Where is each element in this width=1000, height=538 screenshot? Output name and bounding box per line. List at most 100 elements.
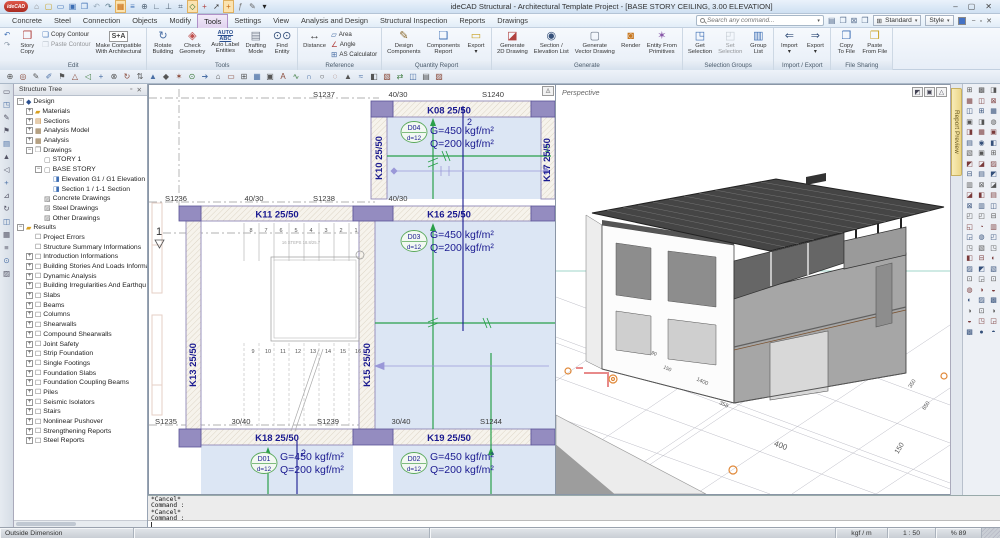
left-strip-icon[interactable]: ✎	[3, 113, 9, 122]
quick-access-icon[interactable]: ✎	[247, 1, 258, 12]
right-toolbar-icon[interactable]: ◫	[976, 97, 987, 108]
tree-expander[interactable]: +	[26, 331, 33, 338]
left-strip-icon[interactable]: ▦	[3, 230, 10, 239]
menu-tab[interactable]: Concrete	[6, 14, 48, 28]
right-toolbar-icon[interactable]: ◧	[976, 191, 987, 202]
tree-item[interactable]: + ☐ Building Irregularities And Earthqu	[14, 281, 147, 291]
menu-tab[interactable]: Modify	[163, 14, 197, 28]
window-control-button[interactable]: –	[953, 2, 957, 11]
right-toolbar-icon[interactable]: ▧	[976, 244, 987, 255]
tree-item[interactable]: + ☐ Joint Safety	[14, 339, 147, 349]
view-control-button[interactable]: △	[936, 87, 947, 97]
tree-expander[interactable]: −	[17, 98, 24, 105]
ribbon-button[interactable]: ▭Export ▾	[463, 29, 489, 60]
right-toolbar-icon[interactable]: ⊟	[976, 254, 987, 265]
tool-strip-icon[interactable]: ▲	[147, 72, 159, 81]
right-toolbar-icon[interactable]: ▥	[964, 181, 975, 192]
right-toolbar-icon[interactable]: ◍	[964, 286, 975, 297]
right-toolbar-icon[interactable]: ◰	[976, 212, 987, 223]
tree-item[interactable]: + ☐ Piles	[14, 388, 147, 398]
tree-item[interactable]: + ▤ Sections	[14, 116, 147, 126]
status-scale[interactable]: 1 : 50	[888, 528, 936, 538]
right-toolbar-icon[interactable]: ▨	[964, 265, 975, 276]
right-toolbar-icon[interactable]: ▨	[988, 160, 999, 171]
quick-access-icon[interactable]: ⊕	[139, 1, 150, 12]
tree-item[interactable]: + ▰ Materials	[14, 107, 147, 117]
right-toolbar-icon[interactable]: ▤	[988, 191, 999, 202]
tree-item[interactable]: + ☐ Columns	[14, 310, 147, 320]
tree-item[interactable]: + ☐ Slabs	[14, 291, 147, 301]
right-toolbar-icon[interactable]: ▨	[976, 296, 987, 307]
tool-strip-icon[interactable]: ⊙	[186, 72, 198, 81]
ribbon-button[interactable]: ◉Section / Elevation List	[531, 29, 572, 60]
right-toolbar-icon[interactable]: ◒	[988, 286, 999, 297]
right-toolbar-icon[interactable]: ▤	[964, 139, 975, 150]
copy-icon[interactable]: ❐	[840, 16, 847, 25]
tree-item[interactable]: ☐ Project Errors	[14, 233, 147, 243]
cascade-icon[interactable]: ❒	[861, 16, 868, 25]
right-toolbar-icon[interactable]: ▧	[988, 265, 999, 276]
window-control-button[interactable]: ✕	[985, 2, 992, 11]
tree-expander[interactable]: +	[26, 428, 33, 435]
tree-expander[interactable]: +	[26, 350, 33, 357]
tree-expander[interactable]: +	[26, 282, 33, 289]
view-control-button[interactable]: ◩	[912, 87, 923, 97]
right-toolbar-icon[interactable]: ▩	[976, 86, 987, 97]
ribbon-button[interactable]: S+AMake Compatible With Architectural	[93, 29, 145, 60]
tree-expander[interactable]: +	[26, 399, 33, 406]
right-toolbar-icon[interactable]: ◪	[964, 191, 975, 202]
right-toolbar-icon[interactable]: ◍	[988, 118, 999, 129]
right-toolbar-icon[interactable]: ▩	[988, 296, 999, 307]
tool-strip-icon[interactable]: ▣	[264, 72, 276, 81]
tool-strip-icon[interactable]: +	[95, 72, 107, 81]
building-model[interactable]	[586, 173, 944, 403]
tree-item[interactable]: − ◆ Design	[14, 97, 147, 107]
quick-access-icon[interactable]: ↷	[103, 1, 114, 12]
tree-expander[interactable]: +	[26, 408, 33, 415]
tree-expander[interactable]: +	[26, 263, 33, 270]
status-zoom[interactable]: % 89	[936, 528, 982, 538]
right-toolbar-icon[interactable]: ◒	[964, 317, 975, 328]
right-toolbar-icon[interactable]: ⊠	[988, 97, 999, 108]
tree-item[interactable]: + ☐ Seismic Isolators	[14, 397, 147, 407]
left-strip-icon[interactable]: ⚑	[3, 126, 10, 135]
tool-strip-icon[interactable]: ▧	[381, 72, 393, 81]
tool-strip-icon[interactable]: ▭	[225, 72, 237, 81]
viewport-restore-button[interactable]: ◬	[542, 86, 554, 96]
right-toolbar-icon[interactable]: ⊡	[964, 275, 975, 286]
quick-access-icon[interactable]: ▦	[115, 0, 126, 13]
tool-strip-icon[interactable]: ∩	[303, 72, 315, 81]
ribbon-button[interactable]: ▱Area	[329, 29, 379, 39]
tool-strip-icon[interactable]: ◎	[17, 72, 29, 81]
tool-strip-icon[interactable]: ▲	[342, 72, 354, 81]
right-toolbar-icon[interactable]: ◰	[964, 212, 975, 223]
ribbon-button[interactable]: ↷	[2, 39, 14, 49]
mdi-control-button[interactable]: −	[970, 18, 978, 25]
close-icon[interactable]: ✕	[135, 86, 144, 94]
right-toolbar-icon[interactable]: ▧	[964, 149, 975, 160]
chevron-down-icon[interactable]: ▾	[817, 18, 820, 24]
tool-strip-icon[interactable]: ✐	[43, 72, 55, 81]
tree-expander[interactable]: −	[17, 224, 24, 231]
tool-strip-icon[interactable]: ⇄	[394, 72, 406, 81]
quick-access-icon[interactable]: ƒ	[235, 1, 246, 12]
tree-expander[interactable]: +	[26, 379, 33, 386]
tree-expander[interactable]: +	[26, 108, 33, 115]
quick-access-icon[interactable]: ▣	[67, 1, 78, 12]
tree-item[interactable]: ☐ Structure Summary Informations	[14, 242, 147, 252]
right-toolbar-icon[interactable]: ◪	[976, 160, 987, 171]
right-toolbar-icon[interactable]: ◳	[988, 244, 999, 255]
left-strip-icon[interactable]: ◫	[3, 217, 10, 226]
right-toolbar-icon[interactable]: ▩	[964, 328, 975, 339]
tree-horizontal-scrollbar[interactable]	[14, 520, 147, 527]
ribbon-button[interactable]: ❏Copy Contour	[40, 29, 92, 39]
tool-strip-icon[interactable]: ∿	[290, 72, 302, 81]
left-strip-icon[interactable]: ≡	[4, 243, 8, 252]
tool-strip-icon[interactable]: ⚑	[56, 72, 68, 81]
tree-item[interactable]: + ☐ Building Stories And Loads Informa	[14, 262, 147, 272]
ribbon-button[interactable]: ◳Get Selection	[685, 29, 715, 60]
right-toolbar-icon[interactable]: ⊠	[976, 181, 987, 192]
quick-access-icon[interactable]: ▾	[259, 1, 270, 12]
tool-strip-icon[interactable]: ◌	[329, 72, 341, 81]
quick-access-icon[interactable]: +	[199, 1, 210, 12]
